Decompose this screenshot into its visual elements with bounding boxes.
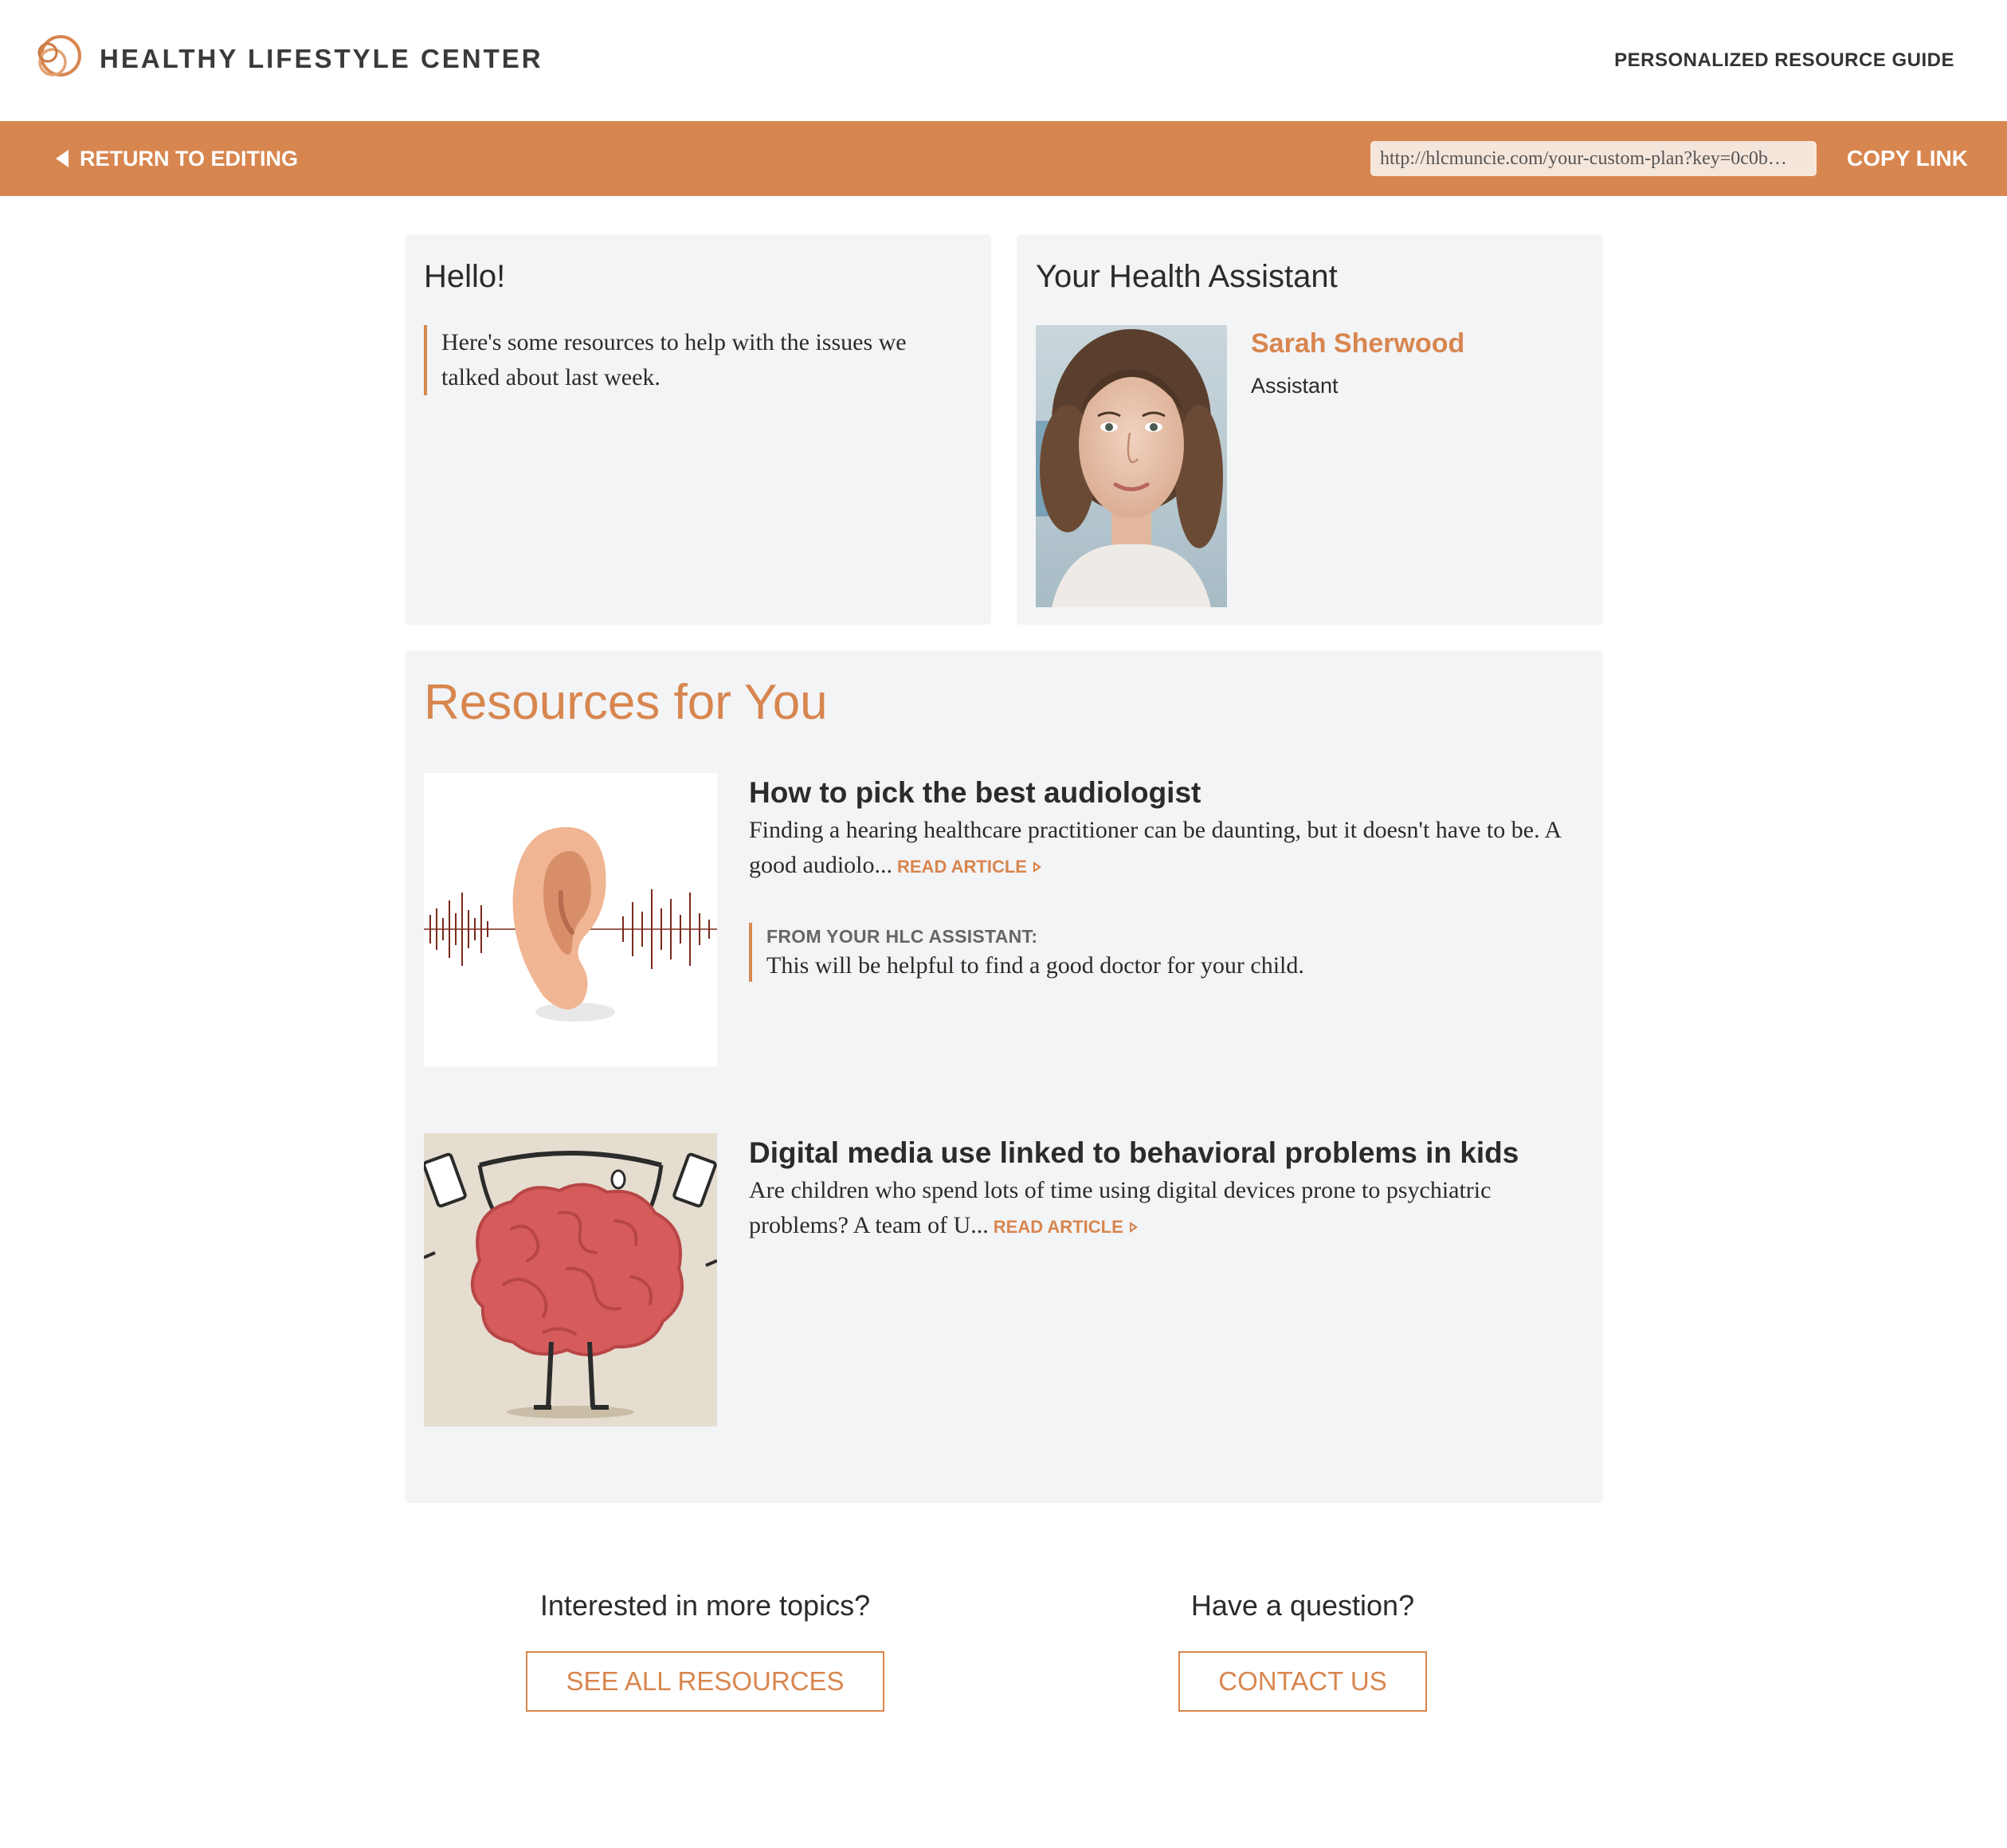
assistant-name[interactable]: Sarah Sherwood [1251, 325, 1464, 362]
read-article-link[interactable]: READ ARTICLE [994, 1217, 1138, 1237]
contact-question: Have a question? [1190, 1589, 1415, 1622]
read-article-link[interactable]: READ ARTICLE [897, 857, 1041, 877]
greeting-message: Here's some resources to help with the i… [424, 325, 950, 395]
resource-item: How to pick the best audiologist Finding… [424, 773, 1584, 1068]
read-article-label: READ ARTICLE [993, 1217, 1123, 1237]
return-to-editing-button[interactable]: RETURN TO EDITING [56, 142, 298, 175]
contact-section: Have a question? CONTACT US [1115, 1586, 1490, 1712]
resources-card: Resources for You How to pick the best a… [405, 650, 1603, 1503]
page-heading-label: PERSONALIZED RESOURCE GUIDE [1614, 49, 1954, 71]
greeting-card: Hello! Here's some resources to help wit… [405, 234, 991, 625]
assistant-role: Assistant [1251, 374, 1339, 398]
resource-excerpt-text: Finding a hearing healthcare practitione… [749, 817, 1561, 878]
resource-excerpt: Finding a hearing healthcare practitione… [749, 813, 1586, 885]
ear-soundwave-image-icon[interactable] [424, 773, 717, 1066]
assistant-note-text: This will be helpful to find a good doct… [766, 952, 1304, 979]
greeting-title: Hello! [424, 259, 506, 294]
assistant-portrait-icon [1036, 325, 1227, 607]
assistant-card-title: Your Health Assistant [1036, 259, 1338, 294]
more-topics-section: Interested in more topics? SEE ALL RESOU… [510, 1586, 900, 1712]
copy-link-button[interactable]: COPY LINK [1847, 142, 1968, 175]
assistant-card: Your Health Assistant Sarah Sherwood Ass… [1017, 234, 1603, 625]
contact-us-button[interactable]: CONTACT US [1178, 1651, 1427, 1712]
interlocking-circles-logo-icon[interactable] [30, 30, 88, 88]
caret-left-icon [56, 150, 69, 167]
assistant-note-label: FROM YOUR HLC ASSISTANT: [766, 926, 1038, 947]
resources-title: Resources for You [424, 675, 828, 730]
resource-title-link[interactable]: Digital media use linked to behavioral p… [749, 1133, 1519, 1173]
brand-name[interactable]: HEALTHY LIFESTYLE CENTER [100, 41, 543, 77]
return-to-editing-label: RETURN TO EDITING [80, 146, 299, 171]
share-link-field[interactable]: http://hlcmuncie.com/your-custom-plan?ke… [1370, 141, 1817, 176]
assistant-note: FROM YOUR HLC ASSISTANT: This will be he… [749, 923, 1546, 982]
share-toolbar: RETURN TO EDITING http://hlcmuncie.com/y… [0, 121, 2007, 196]
resource-item: Digital media use linked to behavioral p… [424, 1133, 1584, 1428]
see-all-resources-button[interactable]: SEE ALL RESOURCES [526, 1651, 884, 1712]
more-topics-question: Interested in more topics? [539, 1589, 871, 1622]
read-article-label: READ ARTICLE [897, 857, 1027, 877]
play-outline-icon [1129, 1222, 1138, 1233]
play-outline-icon [1033, 861, 1041, 873]
resource-title-link[interactable]: How to pick the best audiologist [749, 773, 1201, 813]
brain-lifting-weights-image-icon[interactable] [424, 1133, 717, 1426]
site-header: HEALTHY LIFESTYLE CENTER PERSONALIZED RE… [0, 0, 2007, 121]
resource-excerpt: Are children who spend lots of time usin… [749, 1173, 1586, 1245]
